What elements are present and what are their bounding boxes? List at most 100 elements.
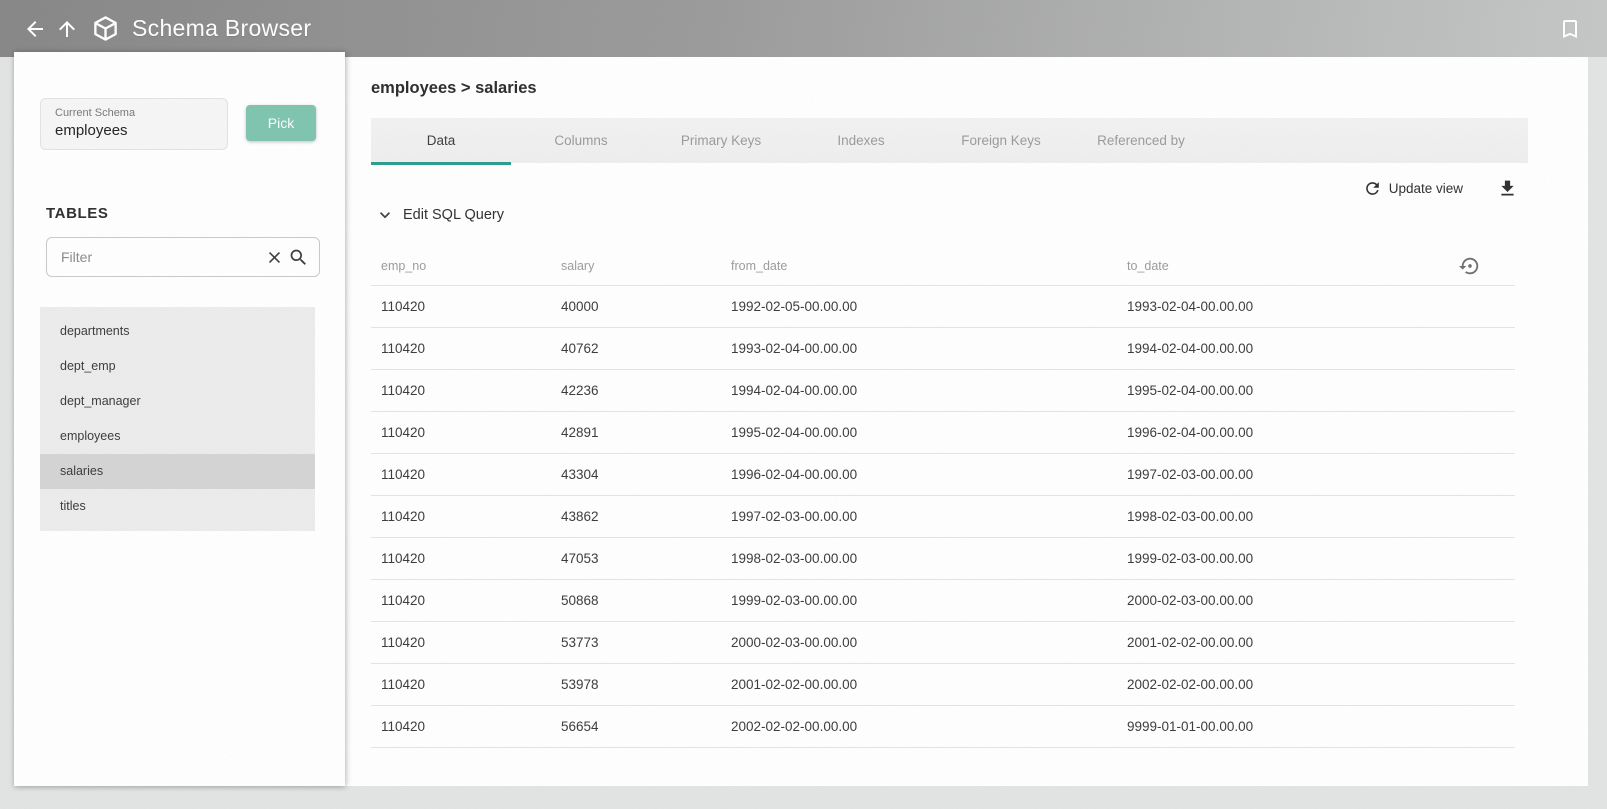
data-table: emp_no salary from_date to_date 110420 40… (371, 246, 1515, 748)
update-view-button[interactable]: Update view (1363, 179, 1463, 198)
topbar: Schema Browser (0, 0, 1607, 57)
table-cell: 1994-02-04-00.00.00 (1127, 341, 1254, 356)
table-item-employees[interactable]: employees (40, 419, 315, 454)
update-view-label: Update view (1388, 180, 1463, 196)
table-cell: 40762 (561, 341, 599, 356)
table-cell: 2001-02-02-00.00.00 (1127, 635, 1254, 650)
table-row[interactable]: 110420 53773 2000-02-03-00.00.00 2001-02-02… (371, 622, 1515, 664)
table-row[interactable]: 110420 40000 1992-02-05-00.00.00 1993-02-04… (371, 286, 1515, 328)
main-panel: employees > salaries Data Columns Primary … (345, 57, 1588, 786)
tab-referenced-by[interactable]: Referenced by (1071, 118, 1211, 163)
download-icon[interactable] (1497, 178, 1518, 199)
table-cell: 1998-02-03-00.00.00 (1127, 509, 1254, 524)
table-body: 110420 40000 1992-02-05-00.00.00 1993-02-04… (371, 286, 1515, 748)
table-cell: 9999-01-01-00.00.00 (1127, 719, 1254, 734)
table-cell: 2000-02-03-00.00.00 (1127, 593, 1254, 608)
table-cell: 42236 (561, 383, 599, 398)
refresh-icon (1365, 181, 1379, 195)
table-cell: 110420 (381, 299, 426, 314)
current-schema-label: Current Schema (55, 107, 136, 119)
table-cell: 43304 (561, 467, 599, 482)
column-header-from-date[interactable]: from_date (721, 259, 1117, 273)
table-cell: 1998-02-03-00.00.00 (731, 551, 858, 566)
table-item-salaries[interactable]: salaries (40, 454, 315, 489)
table-cell: 2002-02-02-00.00.00 (731, 719, 858, 734)
table-cell: 1997-02-03-00.00.00 (1127, 467, 1254, 482)
filter-box (46, 237, 320, 277)
bookmark-icon[interactable] (1555, 14, 1585, 44)
table-cell: 110420 (381, 467, 426, 482)
actions-row: Update view (345, 173, 1588, 203)
sidebar: Current Schema employees Pick TABLES dep… (14, 52, 345, 786)
table-row[interactable]: 110420 56654 2002-02-02-00.00.00 9999-01-01… (371, 706, 1515, 748)
table-cell: 43862 (561, 509, 599, 524)
tab-foreign-keys[interactable]: Foreign Keys (931, 118, 1071, 163)
edit-sql-query-toggle[interactable]: Edit SQL Query (375, 203, 504, 227)
app-title: Schema Browser (132, 15, 312, 41)
table-cell: 1993-02-04-00.00.00 (1127, 299, 1254, 314)
column-header-to-date[interactable]: to_date (1117, 259, 1445, 273)
search-icon[interactable] (288, 247, 309, 268)
table-row[interactable]: 110420 43304 1996-02-04-00.00.00 1997-02-03… (371, 454, 1515, 496)
table-cell: 1997-02-03-00.00.00 (731, 509, 858, 524)
current-schema-field[interactable]: Current Schema employees (40, 98, 228, 150)
table-item-dept_emp[interactable]: dept_emp (40, 349, 315, 384)
breadcrumb: employees > salaries (371, 79, 537, 97)
table-header-row: emp_no salary from_date to_date (371, 246, 1515, 286)
table-row[interactable]: 110420 42891 1995-02-04-00.00.00 1996-02-04… (371, 412, 1515, 454)
table-cell: 110420 (381, 593, 426, 608)
table-row[interactable]: 110420 40762 1993-02-04-00.00.00 1994-02-04… (371, 328, 1515, 370)
table-list: departments dept_emp dept_manager employees… (40, 307, 315, 531)
table-cell: 110420 (381, 635, 426, 650)
table-cell: 56654 (561, 719, 599, 734)
table-cell: 2002-02-02-00.00.00 (1127, 677, 1254, 692)
table-cell: 110420 (381, 425, 426, 440)
table-cell: 1993-02-04-00.00.00 (731, 341, 858, 356)
table-cell: 1994-02-04-00.00.00 (731, 383, 858, 398)
table-cell: 47053 (561, 551, 599, 566)
table-cell: 1996-02-04-00.00.00 (731, 467, 858, 482)
table-cell: 2000-02-03-00.00.00 (731, 635, 858, 650)
table-cell: 110420 (381, 677, 426, 692)
edit-sql-label: Edit SQL Query (403, 207, 505, 223)
table-cell: 110420 (381, 509, 426, 524)
table-cell: 40000 (561, 299, 599, 314)
back-icon[interactable] (20, 14, 50, 44)
tabstrip: Data Columns Primary Keys Indexes Foreign Ke… (371, 118, 1528, 165)
table-item-dept_manager[interactable]: dept_manager (40, 384, 315, 419)
table-row[interactable]: 110420 42236 1994-02-04-00.00.00 1995-02-04… (371, 370, 1515, 412)
tab-indexes[interactable]: Indexes (791, 118, 931, 163)
tab-columns[interactable]: Columns (511, 118, 651, 163)
table-cell: 1995-02-04-00.00.00 (731, 425, 858, 440)
table-cell: 110420 (381, 341, 426, 356)
table-cell: 2001-02-02-00.00.00 (731, 677, 858, 692)
chevron-down-icon (380, 212, 390, 219)
table-cell: 53978 (561, 677, 599, 692)
table-cell: 53773 (561, 635, 599, 650)
table-cell: 1996-02-04-00.00.00 (1127, 425, 1254, 440)
tables-heading: TABLES (46, 205, 109, 222)
table-item-departments[interactable]: departments (40, 314, 315, 349)
table-cell: 110420 (381, 383, 426, 398)
table-row[interactable]: 110420 43862 1997-02-03-00.00.00 1998-02-03… (371, 496, 1515, 538)
up-icon[interactable] (52, 14, 82, 44)
table-cell: 110420 (381, 719, 426, 734)
current-schema-value: employees (55, 122, 128, 139)
table-row[interactable]: 110420 47053 1998-02-03-00.00.00 1999-02-03… (371, 538, 1515, 580)
clear-filter-icon[interactable] (265, 248, 284, 267)
table-row[interactable]: 110420 53978 2001-02-02-00.00.00 2002-02-02… (371, 664, 1515, 706)
table-item-titles[interactable]: titles (40, 489, 315, 524)
filter-input[interactable] (61, 249, 261, 265)
table-cell: 1992-02-05-00.00.00 (731, 299, 858, 314)
table-cell: 1999-02-03-00.00.00 (1127, 551, 1254, 566)
pick-button[interactable]: Pick (246, 105, 316, 141)
history-icon[interactable] (1445, 255, 1515, 277)
tab-data[interactable]: Data (371, 118, 511, 165)
table-cell: 1999-02-03-00.00.00 (731, 593, 858, 608)
table-row[interactable]: 110420 50868 1999-02-03-00.00.00 2000-02-03… (371, 580, 1515, 622)
tab-primary-keys[interactable]: Primary Keys (651, 118, 791, 163)
table-cell: 1995-02-04-00.00.00 (1127, 383, 1254, 398)
column-header-emp-no[interactable]: emp_no (371, 259, 551, 273)
column-header-salary[interactable]: salary (551, 259, 721, 273)
table-cell: 42891 (561, 425, 599, 440)
